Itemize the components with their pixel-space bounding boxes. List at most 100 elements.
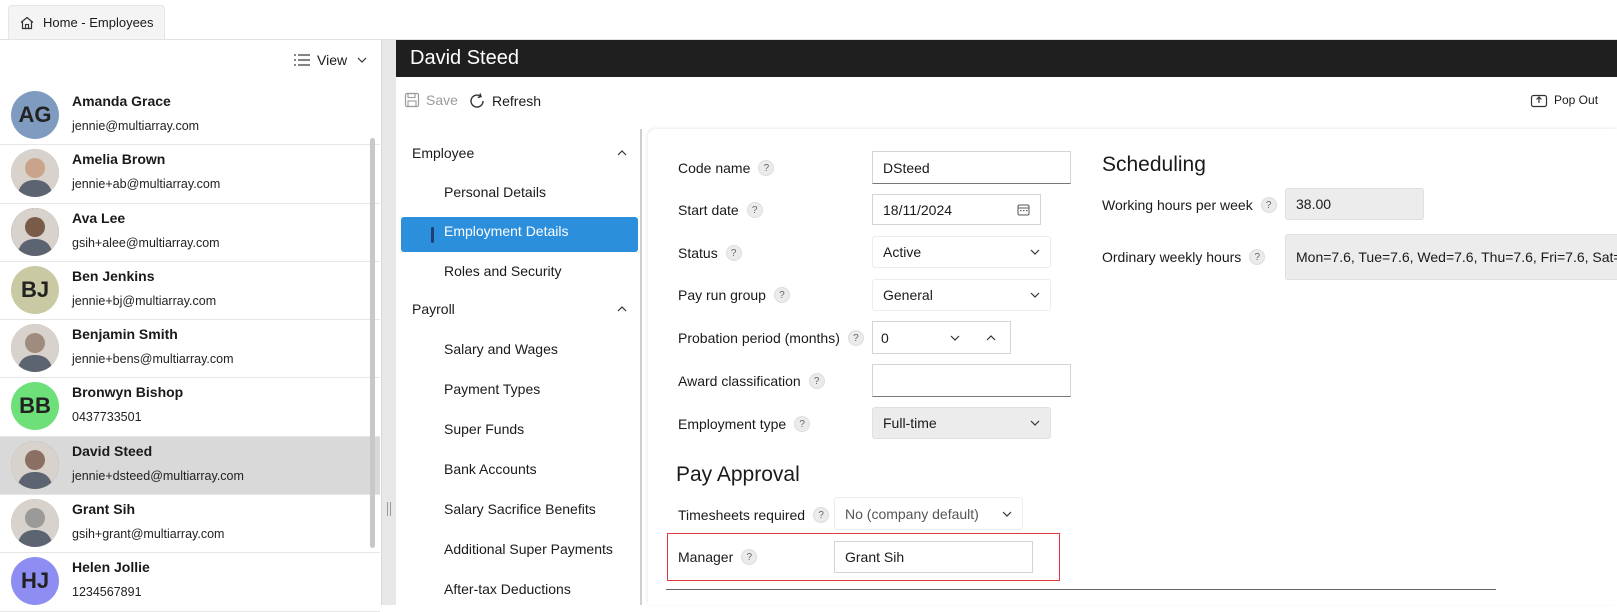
employee-list-item[interactable]: David Steed jennie+dsteed@multiarray.com	[0, 436, 380, 496]
nav-item-salary-wages[interactable]: Salary and Wages	[444, 341, 558, 357]
pane-splitter[interactable]	[381, 40, 396, 605]
stepper-decrement-icon[interactable]	[949, 333, 961, 343]
status-select[interactable]: Active	[872, 236, 1051, 268]
employee-contact: 1234567891	[72, 585, 142, 600]
manager-label: Manager?	[678, 547, 758, 567]
chevron-up-icon[interactable]	[616, 303, 628, 315]
employee-list-item[interactable]: AG Amanda Grace jennie@multiarray.com	[0, 87, 380, 146]
list-scrollbar[interactable]	[370, 138, 375, 548]
probation-value: 0	[881, 329, 889, 346]
help-icon[interactable]: ?	[1260, 197, 1277, 213]
chevron-down-icon	[357, 55, 367, 65]
award-classification-input[interactable]	[872, 364, 1071, 397]
employment-type-label: Employment type?	[678, 414, 811, 434]
nav-selected-indicator	[431, 227, 434, 243]
nav-item-payment-types[interactable]: Payment Types	[444, 381, 540, 397]
employee-name: Bronwyn Bishop	[72, 384, 184, 401]
pop-out-icon	[1530, 92, 1548, 108]
splitter-grip[interactable]	[387, 502, 391, 516]
probation-stepper[interactable]: 0	[872, 321, 1011, 354]
employee-contact: jennie@multiarray.com	[72, 119, 200, 133]
nav-item-bank-accounts[interactable]: Bank Accounts	[444, 461, 537, 477]
pay-approval-title: Pay Approval	[676, 463, 800, 486]
stepper-increment-icon[interactable]	[985, 333, 997, 343]
avatar	[11, 149, 59, 198]
tab-home-employees[interactable]: Home - Employees	[8, 5, 165, 39]
employee-name: Benjamin Smith	[72, 326, 178, 343]
employee-name: Helen Jollie	[72, 559, 150, 576]
avatar: BJ	[11, 265, 59, 314]
avatar	[11, 324, 59, 373]
nav-group-employee[interactable]: Employee	[412, 145, 474, 161]
nav-item-after-tax[interactable]: After-tax Deductions	[444, 581, 571, 597]
help-icon[interactable]: ?	[741, 549, 758, 565]
status-value: Active	[883, 244, 922, 260]
nav-group-payroll[interactable]: Payroll	[412, 301, 455, 317]
nav-item-personal-details[interactable]: Personal Details	[444, 184, 546, 200]
timesheets-required-select[interactable]: No (company default)	[834, 497, 1023, 530]
nav-item-roles-security[interactable]: Roles and Security	[444, 263, 562, 279]
help-icon[interactable]: ?	[773, 287, 790, 303]
ordinary-hours-field[interactable]: Mon=7.6, Tue=7.6, Wed=7.6, Thu=7.6, Fri=…	[1285, 234, 1617, 280]
chevron-down-icon	[1030, 290, 1040, 300]
employee-list-item[interactable]: HJ Helen Jollie 1234567891	[0, 553, 380, 612]
tab-label: Home - Employees	[43, 15, 154, 30]
help-icon[interactable]: ?	[758, 160, 775, 176]
employee-name: Ben Jenkins	[72, 267, 155, 284]
avatar	[11, 440, 59, 489]
save-button[interactable]: Save	[404, 92, 458, 108]
avatar	[11, 499, 59, 548]
pop-out-label: Pop Out	[1554, 93, 1599, 107]
timesheets-required-label: Timesheets required?	[678, 505, 830, 525]
section-divider	[666, 589, 1496, 590]
nav-group-label: Payroll	[412, 301, 455, 317]
employee-contact: gsih+grant@multiarray.com	[72, 527, 225, 542]
chevron-up-icon[interactable]	[616, 147, 628, 159]
list-icon	[293, 53, 311, 67]
code-name-input[interactable]: DSteed	[872, 151, 1071, 184]
help-icon[interactable]: ?	[813, 507, 830, 523]
chevron-down-icon	[1030, 418, 1040, 428]
code-name-label: Code name?	[678, 158, 775, 178]
start-date-label: Start date?	[678, 200, 763, 220]
nav-item-employment-details[interactable]: Employment Details	[444, 223, 569, 239]
section-nav: Employee Personal Details Employment Det…	[396, 129, 642, 605]
help-icon[interactable]: ?	[1249, 249, 1266, 265]
probation-label: Probation period (months)?	[678, 328, 864, 348]
employee-contact: gsih+alee@multiarray.com	[72, 235, 220, 250]
employee-list-item[interactable]: Grant Sih gsih+grant@multiarray.com	[0, 495, 380, 554]
toolbar: Save Refresh Pop Out	[396, 77, 1617, 129]
help-icon[interactable]: ?	[746, 202, 763, 218]
refresh-button[interactable]: Refresh	[468, 92, 541, 110]
help-icon[interactable]: ?	[808, 373, 825, 389]
refresh-label: Refresh	[492, 93, 542, 109]
employee-list-item[interactable]: BJ Ben Jenkins jennie+bj@multiarray.com	[0, 262, 380, 321]
help-icon[interactable]: ?	[725, 245, 742, 261]
refresh-icon	[468, 92, 486, 110]
working-hours-field[interactable]: 38.00	[1285, 188, 1424, 220]
nav-item-super-funds[interactable]: Super Funds	[444, 421, 524, 437]
avatar: AG	[11, 91, 59, 139]
employee-name: David Steed	[72, 442, 153, 459]
help-icon[interactable]: ?	[794, 416, 811, 432]
nav-item-additional-super[interactable]: Additional Super Payments	[444, 541, 613, 557]
employee-list-item[interactable]: Benjamin Smith jennie+bens@multiarray.com	[0, 320, 380, 379]
employee-list-item[interactable]: BB Bronwyn Bishop 0437733501	[0, 378, 380, 437]
avatar	[11, 207, 59, 256]
view-button[interactable]: View	[293, 48, 367, 72]
employee-list-pane: View AG Amanda Grace jennie@multiarray.com…	[0, 40, 381, 612]
pop-out-button[interactable]: Pop Out	[1530, 92, 1598, 108]
employee-list-item[interactable]: Ava Lee gsih+alee@multiarray.com	[0, 204, 380, 262]
manager-input[interactable]: Grant Sih	[834, 541, 1033, 573]
nav-item-salary-sacrifice[interactable]: Salary Sacrifice Benefits	[444, 501, 596, 517]
employee-list-item[interactable]: Amelia Brown jennie+ab@multiarray.com	[0, 145, 380, 204]
employee-header: David Steed	[396, 40, 1617, 77]
employment-type-select[interactable]: Full-time	[872, 407, 1051, 439]
help-icon[interactable]: ?	[847, 330, 864, 346]
nav-group-label: Employee	[412, 145, 475, 161]
calendar-icon[interactable]	[1017, 203, 1030, 216]
ordinary-hours-label: Ordinary weekly hours?	[1102, 247, 1266, 267]
start-date-picker[interactable]: 18/11/2024	[872, 194, 1041, 225]
pay-run-group-select[interactable]: General	[872, 279, 1051, 311]
employee-list: AG Amanda Grace jennie@multiarray.com Ameli…	[0, 87, 380, 612]
